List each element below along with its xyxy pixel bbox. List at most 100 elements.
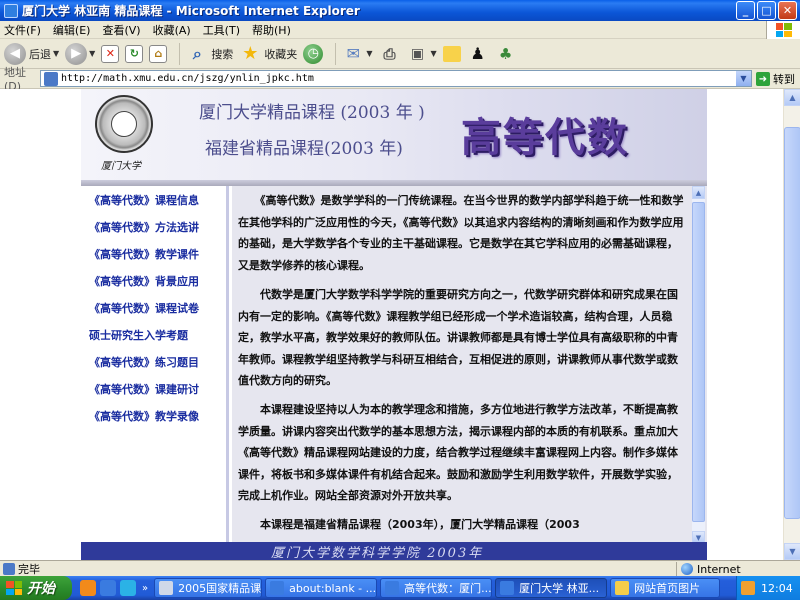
footer-text: 厦门大学数学科学学院 2003年	[271, 546, 484, 560]
nav-link-graduate-exams[interactable]: 硕士研究生入学考题	[89, 327, 188, 343]
ie-icon	[270, 581, 285, 595]
nav-link-applications[interactable]: 《高等代数》背景应用	[89, 273, 199, 289]
nav-link-courseware[interactable]: 《高等代数》教学课件	[89, 246, 199, 262]
url-text[interactable]: http://math.xmu.edu.cn/jszg/ynlin_jpkc.h…	[61, 73, 314, 84]
status-text: 完毕	[18, 562, 40, 576]
printer-icon: ⎙	[383, 44, 396, 63]
chevron-right-icon[interactable]: »	[142, 583, 148, 594]
taskbar-item-label: about:blank - ...	[289, 581, 377, 595]
course-title: 高等代数	[461, 115, 629, 161]
search-button[interactable]: ⌕ 搜索	[186, 43, 233, 65]
menu-tools[interactable]: 工具(T)	[203, 22, 240, 38]
nav-link-methods[interactable]: 《高等代数》方法选讲	[89, 219, 199, 235]
window-icon	[159, 581, 174, 595]
content-scrollbar[interactable]: ▲ ▼	[692, 186, 705, 544]
banner-line-2: 福建省精品课程(2003 年)	[205, 139, 403, 159]
toolbar: ◀ 后退 ▼ ▶ ▼ ✕ ↻ ⌂ ⌕ 搜索 ★ 收藏夹 ◷ ✉ ▼ ⎙ ▣ ▼ …	[0, 39, 800, 69]
start-button[interactable]: 开始	[0, 576, 72, 600]
banner-line-1: 厦门大学精品课程 (2003 年 )	[199, 103, 425, 123]
edit-icon: ▣	[410, 45, 425, 62]
minimize-button[interactable]: _	[736, 1, 755, 20]
menu-view[interactable]: 查看(V)	[102, 22, 140, 38]
qq-penguin-icon: ♟	[470, 44, 485, 63]
sidebar-nav: 《高等代数》课程信息 《高等代数》方法选讲 《高等代数》教学课件 《高等代数》背…	[81, 186, 229, 548]
ie-icon[interactable]	[100, 580, 116, 596]
history-button[interactable]: ◷	[303, 43, 324, 64]
nav-link-videos[interactable]: 《高等代数》教学录像	[89, 408, 199, 424]
menu-favorites[interactable]: 收藏(A)	[153, 22, 191, 38]
menu-edit[interactable]: 编辑(E)	[53, 22, 91, 38]
address-input[interactable]: http://math.xmu.edu.cn/jszg/ynlin_jpkc.h…	[40, 70, 752, 87]
menu-help[interactable]: 帮助(H)	[252, 22, 291, 38]
chevron-down-icon: ▼	[366, 49, 373, 58]
favorites-button[interactable]: ★ 收藏夹	[239, 43, 297, 65]
scroll-up-icon[interactable]: ▲	[784, 89, 800, 106]
scroll-thumb[interactable]	[692, 202, 705, 522]
search-label: 搜索	[211, 47, 234, 61]
desktop-icon[interactable]	[120, 580, 136, 596]
go-button[interactable]: ➜ 转到	[756, 71, 795, 87]
taskbar-item-active[interactable]: 厦门大学 林亚...	[495, 578, 608, 598]
system-tray: 12:04	[736, 576, 800, 600]
go-arrow-icon: ➜	[756, 72, 770, 86]
nav-link-exam-papers[interactable]: 《高等代数》课程试卷	[89, 300, 199, 316]
forward-arrow-icon: ▶	[65, 42, 88, 65]
messenger-icon: ♣	[498, 44, 513, 63]
stop-button[interactable]: ✕	[101, 44, 120, 63]
taskbar-item[interactable]: 2005国家精品课...	[154, 578, 263, 598]
refresh-button[interactable]: ↻	[125, 44, 144, 63]
close-button[interactable]: ✕	[778, 1, 797, 20]
stop-icon: ✕	[101, 44, 120, 63]
nav-link-seminar[interactable]: 《高等代数》课建研讨	[89, 381, 199, 397]
maximize-button[interactable]: □	[757, 1, 776, 20]
back-button[interactable]: ◀ 后退 ▼	[4, 42, 59, 65]
globe-icon	[681, 563, 693, 575]
taskbar-item-label: 2005国家精品课...	[178, 582, 262, 595]
nav-link-exercises[interactable]: 《高等代数》练习题目	[89, 354, 199, 370]
chevron-down-icon[interactable]: ▼	[736, 71, 751, 86]
window-title: 厦门大学 林亚南 精品课程 - Microsoft Internet Explo…	[22, 4, 360, 18]
page-scrollbar[interactable]: ▲ ▼	[783, 89, 800, 560]
forward-button[interactable]: ▶ ▼	[65, 42, 96, 65]
content-paragraph: 本课程是福建省精品课程（2003年），厦门大学精品课程（2003	[238, 518, 580, 531]
taskbar-item-label: 厦门大学 林亚...	[519, 582, 600, 595]
favorites-label: 收藏夹	[264, 47, 298, 61]
taskbar-item-label: 网站首页图片	[634, 582, 701, 595]
mail-icon: ✉	[346, 44, 361, 63]
window-controls: _ □ ✕	[736, 1, 797, 20]
nav-link-course-info[interactable]: 《高等代数》课程信息	[89, 192, 199, 208]
content-paragraph: 本课程建设坚持以人为本的教学理念和措施，多方位地进行教学方法改革，不断提高教学质…	[238, 403, 678, 502]
site-frame: 厦门大学 厦门大学精品课程 (2003 年 ) 福建省精品课程(2003 年) …	[81, 89, 707, 560]
taskbar-item[interactable]: about:blank - ...	[265, 578, 378, 598]
print-button[interactable]: ⎙	[378, 43, 400, 65]
menu-file[interactable]: 文件(F)	[4, 22, 41, 38]
folder-icon	[615, 581, 630, 595]
windows-logo-icon	[766, 21, 800, 39]
scroll-down-icon[interactable]: ▼	[784, 543, 800, 560]
toolbar-separator	[179, 42, 181, 65]
go-label: 转到	[773, 73, 795, 86]
search-icon: ⌕	[192, 43, 202, 63]
content-paragraph: 《高等代数》是数学学科的一门传统课程。在当今世界的数学内部学科趋于统一性和数学在…	[238, 194, 684, 272]
firefox-icon[interactable]	[80, 580, 96, 596]
star-icon: ★	[242, 43, 259, 64]
page-icon	[3, 562, 15, 575]
folder-button[interactable]	[442, 45, 461, 62]
tray-icon[interactable]	[741, 581, 755, 595]
toolbar-separator	[335, 42, 337, 65]
taskbar-item[interactable]: 高等代数：厦门...	[380, 578, 493, 598]
messenger-button[interactable]: ♣	[495, 43, 517, 65]
scroll-up-icon[interactable]: ▲	[692, 186, 705, 199]
taskbar-item[interactable]: 网站首页图片	[610, 578, 721, 598]
taskbar-item-label: 高等代数：厦门...	[404, 582, 492, 595]
chevron-down-icon: ▼	[89, 49, 96, 58]
home-button[interactable]: ⌂	[149, 44, 168, 63]
home-icon: ⌂	[149, 44, 168, 63]
security-zone: Internet	[676, 562, 741, 576]
qq-button[interactable]: ♟	[467, 43, 489, 65]
refresh-icon: ↻	[125, 44, 144, 63]
mail-button[interactable]: ✉ ▼	[342, 43, 373, 65]
content-panel: 《高等代数》是数学学科的一门传统课程。在当今世界的数学内部学科趋于统一性和数学在…	[232, 186, 707, 548]
edit-button[interactable]: ▣ ▼	[406, 43, 437, 65]
scroll-thumb[interactable]	[784, 127, 800, 519]
